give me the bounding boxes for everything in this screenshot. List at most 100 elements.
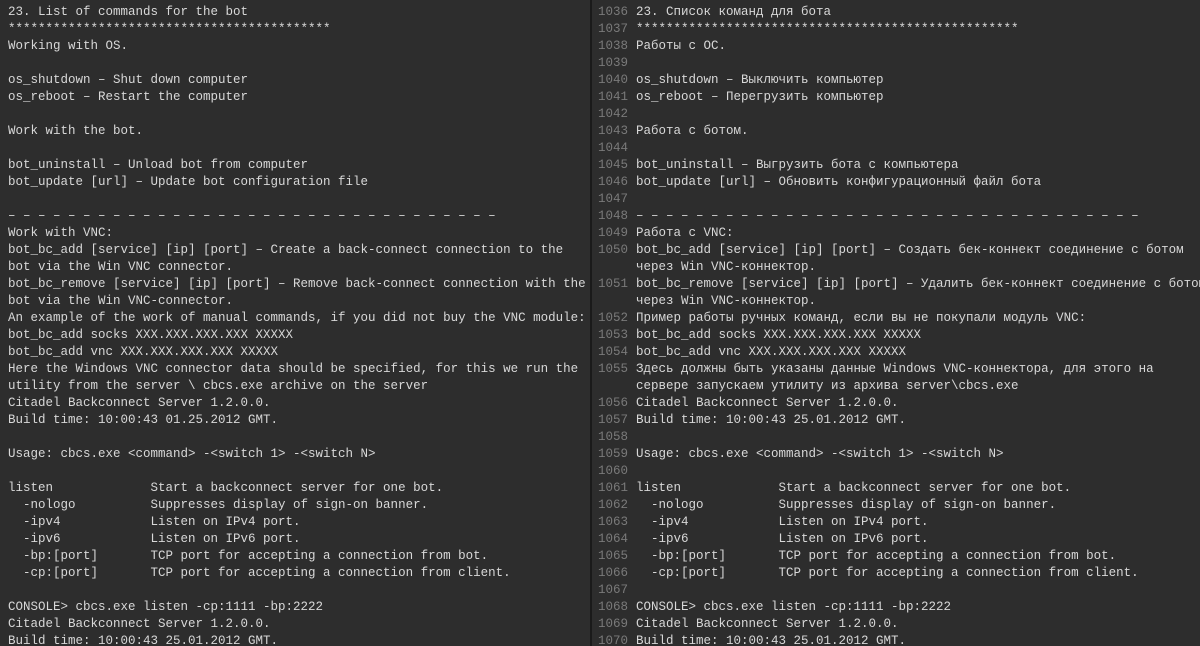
right-line: Usage: cbcs.exe <command> -<switch 1> -<… <box>636 446 1200 463</box>
left-line <box>8 106 590 123</box>
right-line: -ipv6 Listen on IPv6 port. <box>636 531 1200 548</box>
line-number: 1053 <box>592 327 628 344</box>
right-line <box>636 191 1200 208</box>
diff-split-view: 23. List of commands for the bot********… <box>0 0 1200 646</box>
line-number: 1039 <box>592 55 628 72</box>
line-number: 1061 <box>592 480 628 497</box>
left-line: Work with the bot. <box>8 123 590 140</box>
right-line: -cp:[port] TCP port for accepting a conn… <box>636 565 1200 582</box>
line-number: 1038 <box>592 38 628 55</box>
line-number: 1059 <box>592 446 628 463</box>
right-line: Build time: 10:00:43 25.01.2012 GMT. <box>636 412 1200 429</box>
line-number: 1050 <box>592 242 628 259</box>
right-line: bot_bc_add [service] [ip] [port] – Созда… <box>636 242 1200 259</box>
line-number: 1057 <box>592 412 628 429</box>
left-line: os_shutdown – Shut down computer <box>8 72 590 89</box>
right-line: Здесь должны быть указаны данные Windows… <box>636 361 1200 378</box>
right-line: os_shutdown – Выключить компьютер <box>636 72 1200 89</box>
right-line <box>636 140 1200 157</box>
right-line <box>636 106 1200 123</box>
right-line: bot_bc_add vnc XXX.XXX.XXX.XXX XXXXX <box>636 344 1200 361</box>
left-line: Citadel Backconnect Server 1.2.0.0. <box>8 616 590 633</box>
line-number: 1066 <box>592 565 628 582</box>
left-line: listen Start a backconnect server for on… <box>8 480 590 497</box>
left-line: -ipv4 Listen on IPv4 port. <box>8 514 590 531</box>
right-line: через Win VNC-коннектор. <box>636 259 1200 276</box>
left-line <box>8 463 590 480</box>
line-number: 1044 <box>592 140 628 157</box>
right-line: ****************************************… <box>636 21 1200 38</box>
right-line: Build time: 10:00:43 25.01.2012 GMT. <box>636 633 1200 646</box>
left-line: bot_bc_remove [service] [ip] [port] – Re… <box>8 276 590 293</box>
right-line: Citadel Backconnect Server 1.2.0.0. <box>636 395 1200 412</box>
left-line: Here the Windows VNC connector data shou… <box>8 361 590 378</box>
right-line: Работы с ОС. <box>636 38 1200 55</box>
left-line: bot_update [url] – Update bot configurat… <box>8 174 590 191</box>
left-line: Work with VNC: <box>8 225 590 242</box>
line-number: 1051 <box>592 276 628 293</box>
right-line: Citadel Backconnect Server 1.2.0.0. <box>636 616 1200 633</box>
line-number: 1043 <box>592 123 628 140</box>
left-line: bot via the Win VNC-connector. <box>8 293 590 310</box>
right-line: CONSOLE> cbcs.exe listen -cp:1111 -bp:22… <box>636 599 1200 616</box>
line-number: 1062 <box>592 497 628 514</box>
left-line: bot_bc_add [service] [ip] [port] – Creat… <box>8 242 590 259</box>
left-line: An example of the work of manual command… <box>8 310 590 327</box>
line-number: 1037 <box>592 21 628 38</box>
line-number: 1064 <box>592 531 628 548</box>
left-line <box>8 55 590 72</box>
right-line <box>636 582 1200 599</box>
line-number: 1058 <box>592 429 628 446</box>
line-number: 1069 <box>592 616 628 633</box>
left-line <box>8 582 590 599</box>
line-number: 1046 <box>592 174 628 191</box>
right-line: bot_update [url] – Обновить конфигурацио… <box>636 174 1200 191</box>
line-number <box>592 259 628 276</box>
line-number: 1056 <box>592 395 628 412</box>
left-line: Working with OS. <box>8 38 590 55</box>
left-line: utility from the server \ cbcs.exe archi… <box>8 378 590 395</box>
left-line: bot_uninstall – Unload bot from computer <box>8 157 590 174</box>
right-line: listen Start a backconnect server for on… <box>636 480 1200 497</box>
line-number: 1041 <box>592 89 628 106</box>
left-line: ****************************************… <box>8 21 590 38</box>
left-line: 23. List of commands for the bot <box>8 4 590 21</box>
right-line: -bp:[port] TCP port for accepting a conn… <box>636 548 1200 565</box>
right-content: 23. Список команд для бота**************… <box>636 4 1200 646</box>
left-line: os_reboot – Restart the computer <box>8 89 590 106</box>
left-line: Usage: cbcs.exe <command> -<switch 1> -<… <box>8 446 590 463</box>
line-number: 1054 <box>592 344 628 361</box>
right-line: Пример работы ручных команд, если вы не … <box>636 310 1200 327</box>
right-pane[interactable]: 1036103710381039104010411042104310441045… <box>592 0 1200 646</box>
left-line: -nologo Suppresses display of sign-on ba… <box>8 497 590 514</box>
left-line: Citadel Backconnect Server 1.2.0.0. <box>8 395 590 412</box>
right-line: bot_uninstall – Выгрузить бота с компьют… <box>636 157 1200 174</box>
right-line: Работа с ботом. <box>636 123 1200 140</box>
right-line: Работа с VNC: <box>636 225 1200 242</box>
line-number: 1040 <box>592 72 628 89</box>
line-number: 1067 <box>592 582 628 599</box>
left-line <box>8 140 590 157</box>
right-line: bot_bc_remove [service] [ip] [port] – Уд… <box>636 276 1200 293</box>
line-number <box>592 293 628 310</box>
right-line: через Win VNC-коннектор. <box>636 293 1200 310</box>
left-line: -ipv6 Listen on IPv6 port. <box>8 531 590 548</box>
line-number: 1048 <box>592 208 628 225</box>
line-number: 1063 <box>592 514 628 531</box>
left-line: bot_bc_add socks XXX.XXX.XXX.XXX XXXXX <box>8 327 590 344</box>
line-number: 1070 <box>592 633 628 646</box>
left-pane[interactable]: 23. List of commands for the bot********… <box>0 0 590 646</box>
left-line: -bp:[port] TCP port for accepting a conn… <box>8 548 590 565</box>
left-line: Build time: 10:00:43 01.25.2012 GMT. <box>8 412 590 429</box>
left-line: – – – – – – – – – – – – – – – – – – – – … <box>8 208 590 225</box>
line-number: 1047 <box>592 191 628 208</box>
right-line: os_reboot – Перегрузить компьютер <box>636 89 1200 106</box>
line-number <box>592 378 628 395</box>
right-line <box>636 429 1200 446</box>
left-line: bot via the Win VNC connector. <box>8 259 590 276</box>
left-line <box>8 191 590 208</box>
line-number: 1045 <box>592 157 628 174</box>
right-line <box>636 463 1200 480</box>
line-number: 1065 <box>592 548 628 565</box>
left-line: Build time: 10:00:43 25.01.2012 GMT. <box>8 633 590 646</box>
